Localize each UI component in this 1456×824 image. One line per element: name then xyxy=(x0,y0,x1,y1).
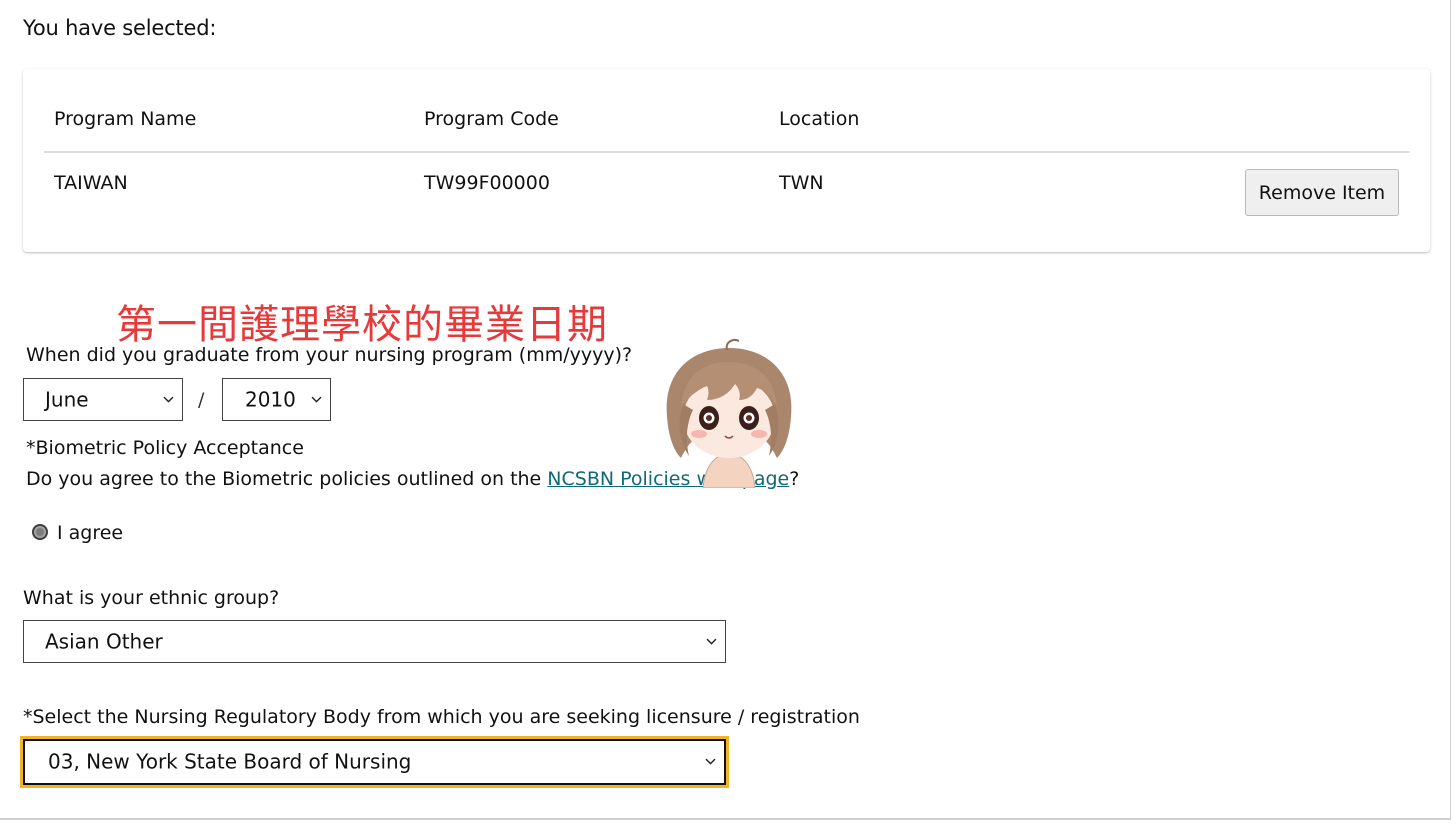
table-header-divider xyxy=(44,151,1410,153)
panel-bottom-border xyxy=(0,818,1451,820)
chevron-down-icon xyxy=(311,396,322,403)
remove-item-button[interactable]: Remove Item xyxy=(1245,169,1399,216)
chibi-girl-sticker-icon xyxy=(666,339,792,488)
biometric-question-text: Do you agree to the Biometric policies o… xyxy=(26,468,548,490)
cell-program-code: TW99F00000 xyxy=(424,172,550,194)
ethnic-group-question: What is your ethnic group? xyxy=(23,587,280,609)
cell-program-name: TAIWAN xyxy=(54,172,128,194)
panel-right-border xyxy=(1450,0,1451,818)
chevron-down-icon xyxy=(163,396,174,403)
column-header-program-name: Program Name xyxy=(54,108,197,130)
agree-label[interactable]: I agree xyxy=(57,522,123,544)
regulatory-body-select[interactable]: 03, New York State Board of Nursing xyxy=(20,736,729,788)
chevron-down-icon xyxy=(705,758,716,765)
graduation-month-select[interactable]: June xyxy=(23,378,183,421)
application-page: You have selected: Program Name Program … xyxy=(0,0,1456,824)
regulatory-body-value: 03, New York State Board of Nursing xyxy=(48,749,412,774)
column-header-program-code: Program Code xyxy=(424,108,559,130)
ethnic-group-value: Asian Other xyxy=(45,629,163,654)
column-header-location: Location xyxy=(779,108,860,130)
regulatory-body-question: *Select the Nursing Regulatory Body from… xyxy=(23,706,860,728)
graduation-question: When did you graduate from your nursing … xyxy=(26,344,633,366)
graduation-year-value: 2010 xyxy=(245,387,296,412)
annotation-graduation-date: 第一間護理學校的畢業日期 xyxy=(116,302,608,348)
selected-program-card: Program Name Program Code Location TAIWA… xyxy=(23,69,1430,252)
agree-radio[interactable] xyxy=(32,524,48,540)
cell-location: TWN xyxy=(779,172,824,194)
selected-heading: You have selected: xyxy=(23,16,217,40)
graduation-year-select[interactable]: 2010 xyxy=(222,378,331,421)
biometric-title: *Biometric Policy Acceptance xyxy=(26,437,304,459)
ethnic-group-select[interactable]: Asian Other xyxy=(23,620,726,663)
graduation-month-value: June xyxy=(45,387,89,412)
date-separator: / xyxy=(198,389,205,411)
chevron-down-icon xyxy=(706,638,717,645)
